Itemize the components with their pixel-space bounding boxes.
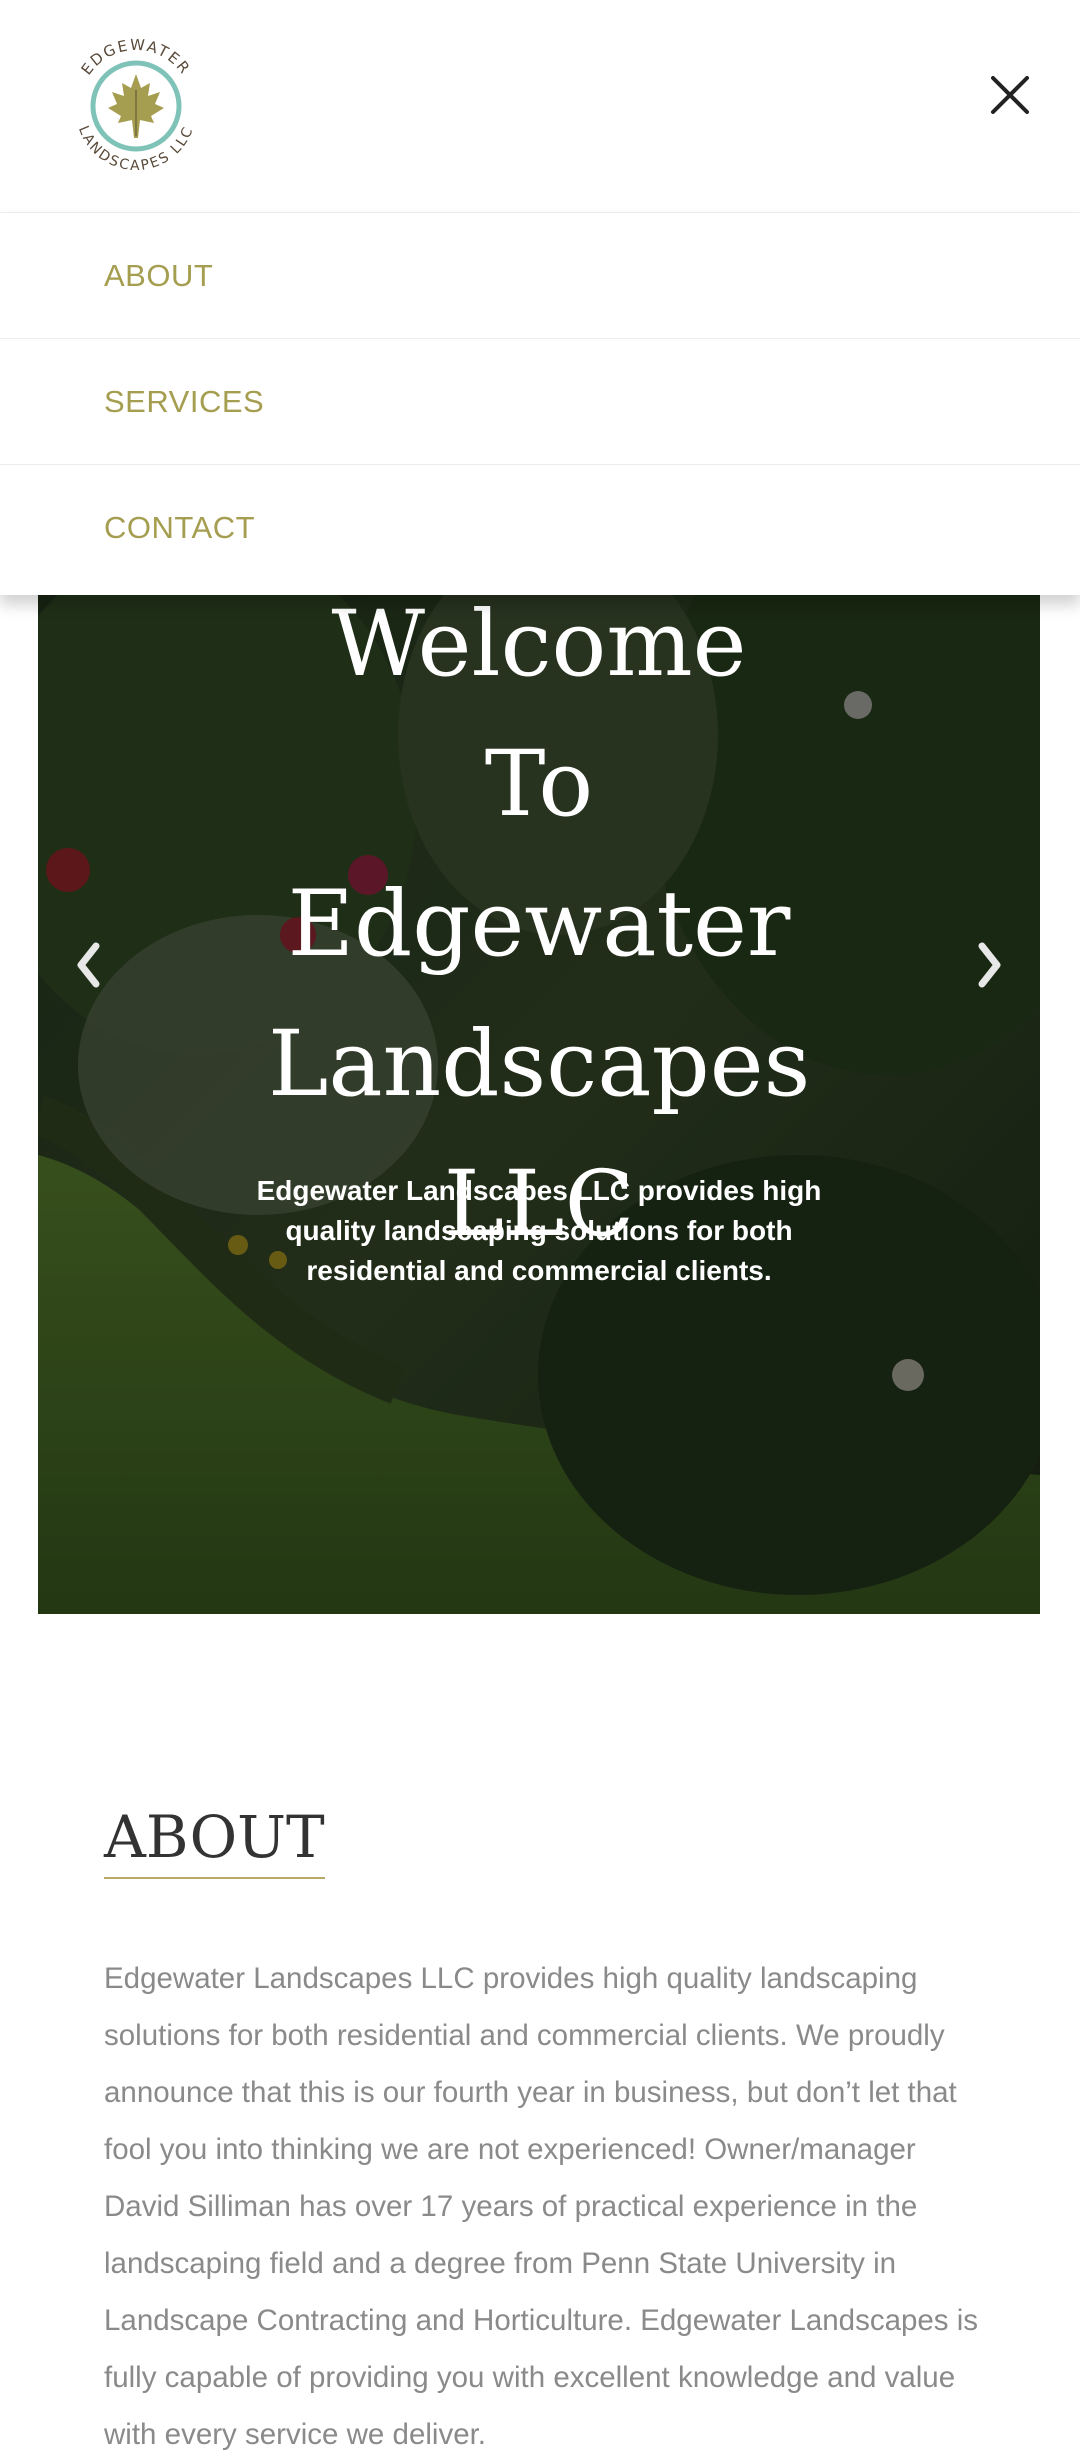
nav-menu: ABOUT SERVICES CONTACT [0, 212, 1080, 595]
site-header: EDGEWATER LANDSCAPES LLC [0, 0, 1080, 212]
site-logo[interactable]: EDGEWATER LANDSCAPES LLC [58, 28, 214, 184]
nav-item-label: SERVICES [104, 383, 265, 419]
nav-item-label: ABOUT [104, 257, 214, 293]
hero-slider: Welcome To Edgewater Landscapes LLC Edge… [38, 595, 1040, 1614]
close-icon [991, 76, 1029, 114]
chevron-left-icon [77, 942, 100, 988]
slider-next-button[interactable] [960, 905, 1020, 1025]
chevron-right-icon [978, 942, 1001, 988]
close-menu-button[interactable] [975, 60, 1045, 130]
about-heading: ABOUT [104, 1803, 325, 1879]
about-body-text: Edgewater Landscapes LLC provides high q… [104, 1962, 979, 2451]
nav-item-label: CONTACT [104, 509, 256, 545]
slider-prev-button[interactable] [58, 905, 118, 1025]
nav-item-contact[interactable]: CONTACT [0, 464, 1080, 590]
nav-item-services[interactable]: SERVICES [0, 338, 1080, 464]
nav-item-about[interactable]: ABOUT [0, 212, 1080, 338]
hero-subtitle: Edgewater Landscapes LLC provides high q… [256, 1175, 822, 1286]
